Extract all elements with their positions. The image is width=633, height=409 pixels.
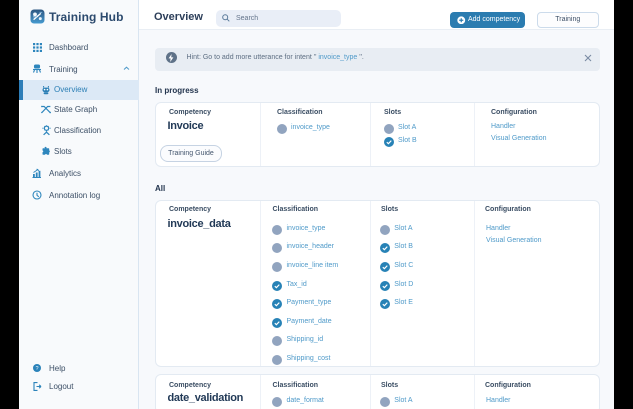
svg-text:?: ? [35,366,38,372]
